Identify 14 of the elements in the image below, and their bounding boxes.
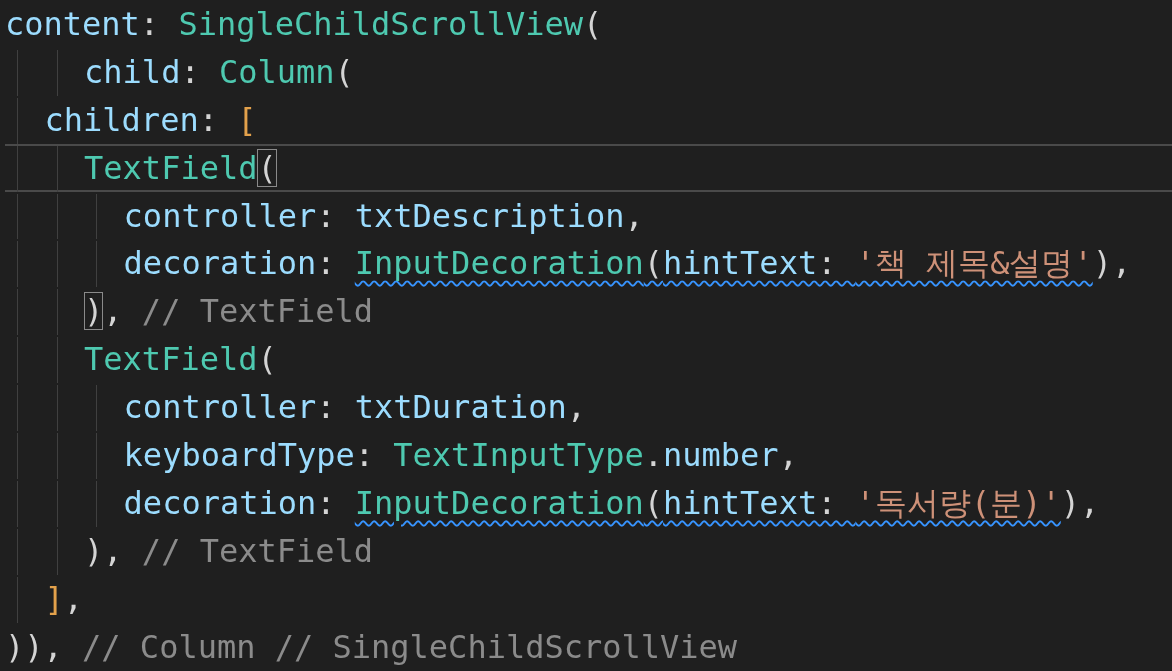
code-line: TextField( (5, 335, 1172, 384)
code-line: decoration: InputDecoration(hintText: '책 제목&설명'), (5, 239, 1172, 288)
code-line: TextField( (5, 143, 1172, 192)
code-line: decoration: InputDecoration(hintText: '독서량(분)'), (5, 478, 1172, 527)
code-line: controller: txtDuration, (5, 383, 1172, 431)
code-line: ), // TextField (5, 526, 1172, 575)
code-line: keyboardType: TextInputType.number, (5, 431, 1172, 479)
code-line: content: SingleChildScrollView( (5, 4, 604, 45)
code-line: child: Column( (5, 47, 1172, 96)
code-line: )), // Column // SingleChildScrollView (5, 626, 739, 668)
code-line: controller: txtDescription, (5, 191, 1172, 240)
code-line: ], (5, 574, 1172, 623)
code-line: ), // TextField (5, 287, 1172, 336)
code-line: children: [ (5, 95, 1172, 144)
